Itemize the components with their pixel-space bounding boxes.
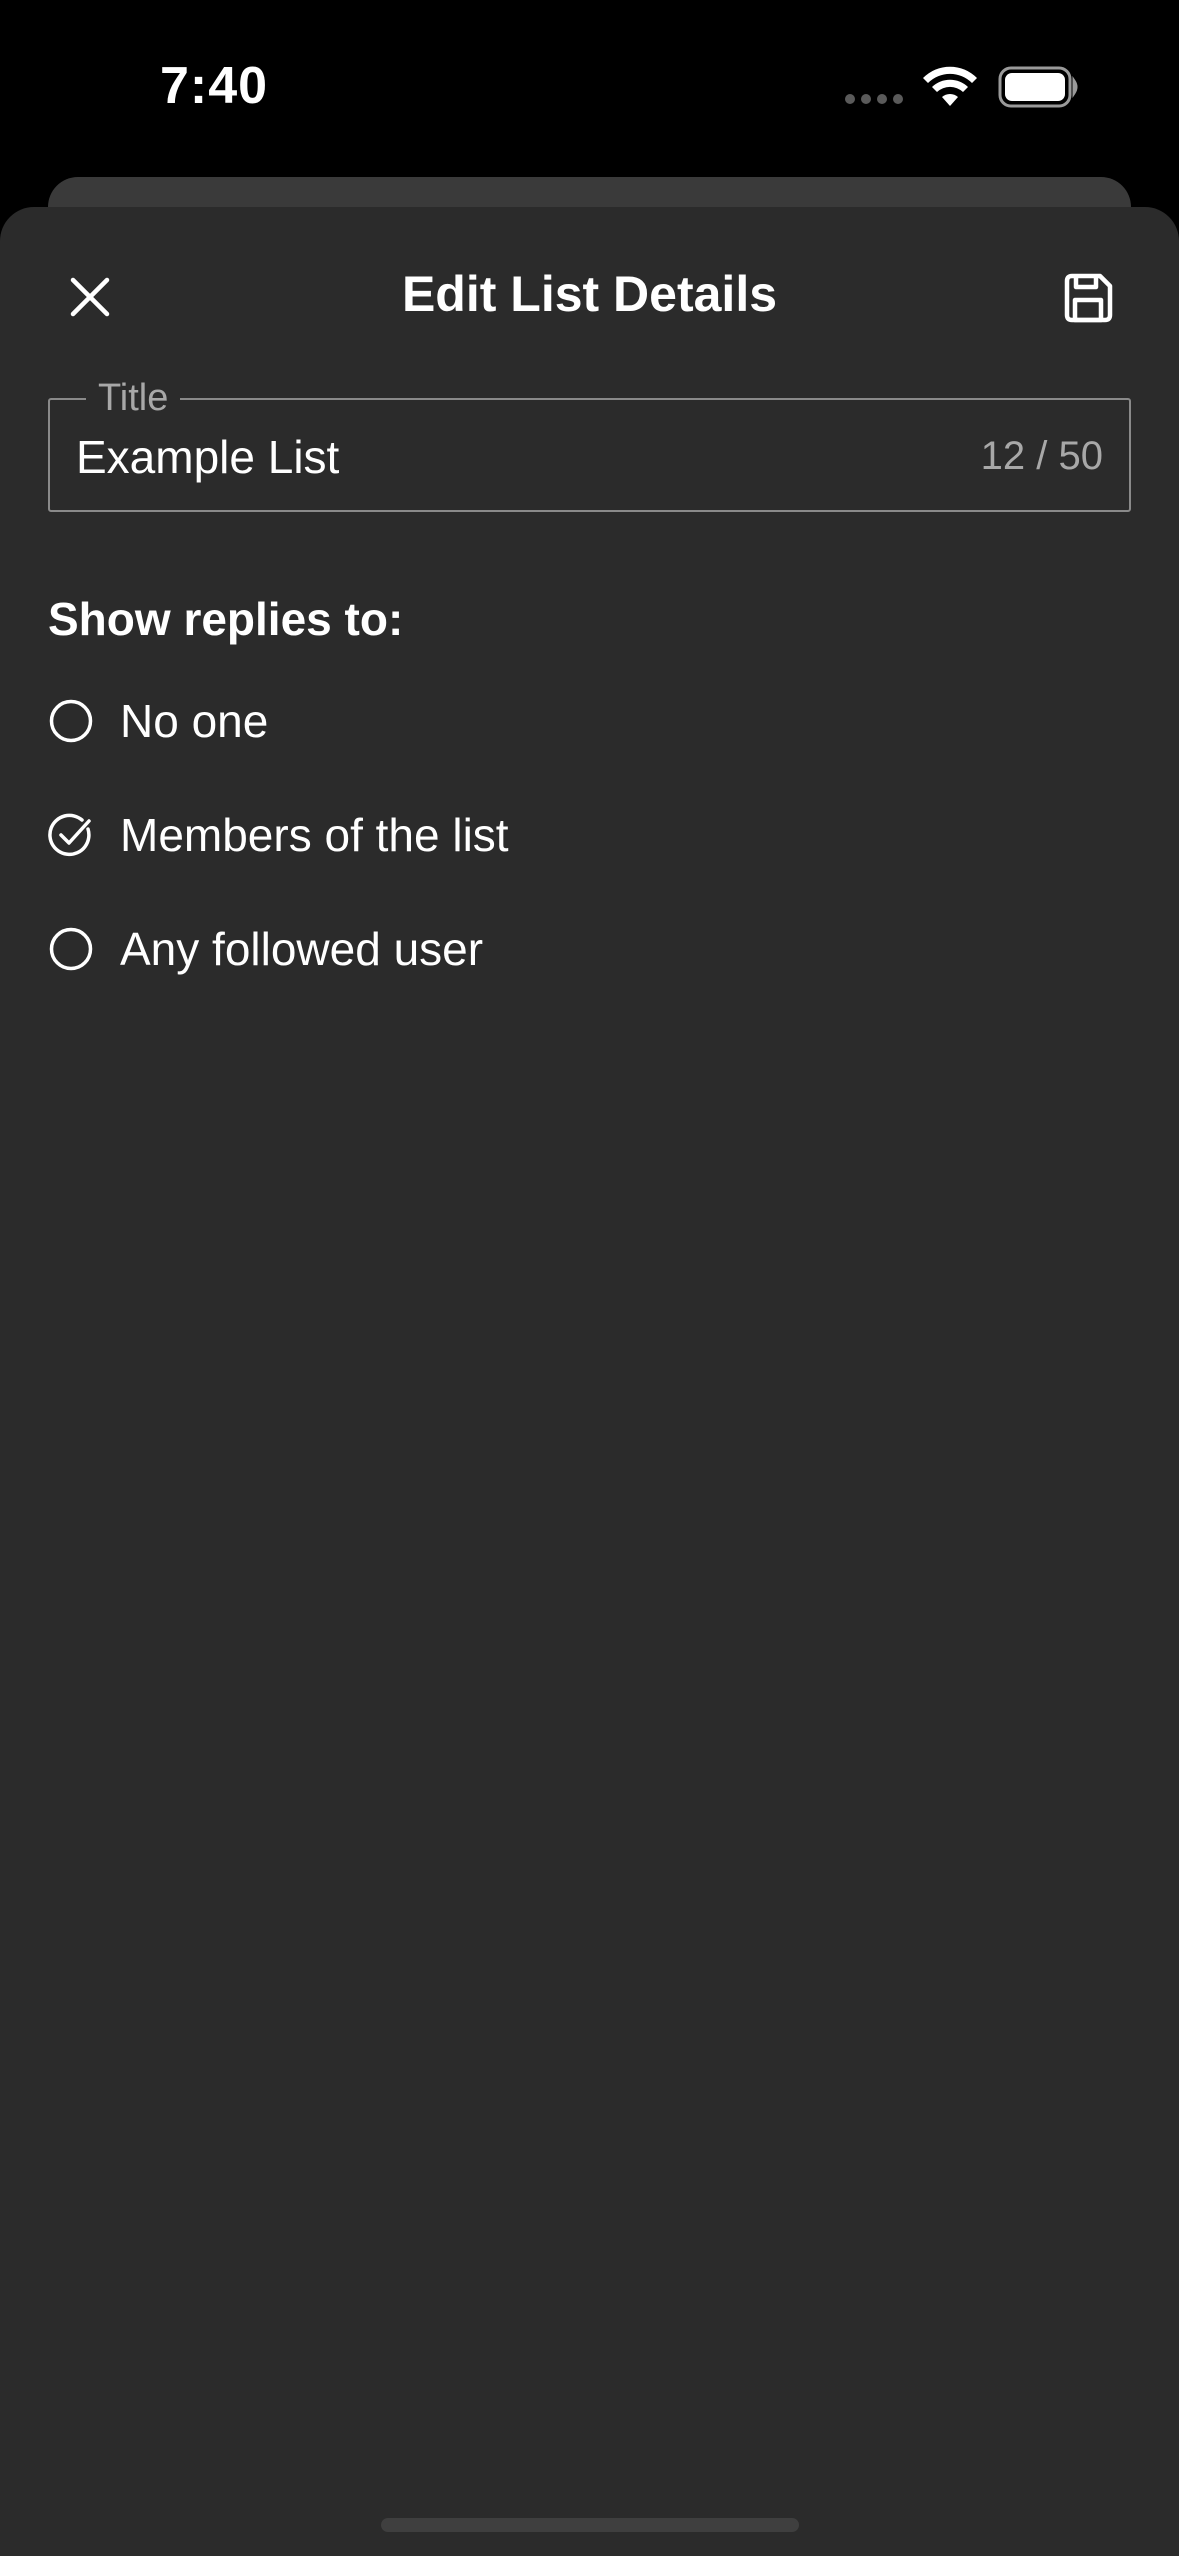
reply-option-label: Any followed user — [120, 923, 484, 975]
character-counter: 12 / 50 — [980, 434, 1103, 478]
title-input[interactable] — [76, 430, 896, 484]
edit-list-sheet: Edit List Details Title 12 / 50 Show rep… — [0, 207, 1179, 2556]
title-field-label: Title — [86, 376, 181, 420]
home-indicator[interactable] — [381, 2518, 799, 2532]
cellular-signal-icon — [845, 94, 903, 104]
save-button[interactable] — [1052, 262, 1124, 334]
reply-option-any-followed-user[interactable]: Any followed user — [48, 909, 748, 989]
reply-option-members-of-the-list[interactable]: Members of the list — [48, 795, 748, 875]
show-replies-heading: Show replies to: — [48, 593, 404, 645]
battery-icon — [998, 66, 1078, 108]
wifi-icon — [923, 66, 977, 106]
status-bar: 7:40 — [0, 0, 1179, 170]
title-field[interactable]: Title 12 / 50 — [48, 376, 1131, 512]
status-time: 7:40 — [160, 57, 269, 115]
radio-unchecked-icon — [48, 698, 94, 744]
page-title: Edit List Details — [401, 266, 778, 322]
reply-option-no-one[interactable]: No one — [48, 681, 748, 761]
floppy-disk-icon — [1064, 273, 1113, 323]
radio-checked-icon — [48, 812, 94, 858]
reply-option-label: Members of the list — [120, 809, 509, 861]
screen: 7:40 Edit List Details Title Example Lis… — [0, 0, 1179, 2556]
reply-option-label: No one — [120, 695, 269, 747]
radio-unchecked-icon — [48, 926, 94, 972]
